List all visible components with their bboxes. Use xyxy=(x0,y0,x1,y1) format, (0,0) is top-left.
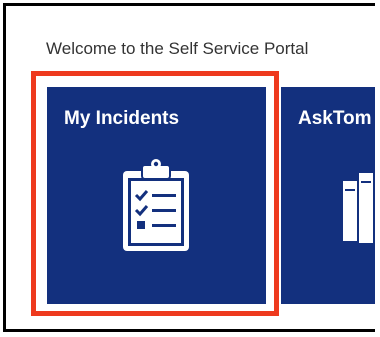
tile-my-incidents[interactable]: My Incidents xyxy=(47,87,266,304)
tile-asktom[interactable]: AskTom xyxy=(281,87,375,304)
tile-label: My Incidents xyxy=(64,108,180,129)
tile-label: AskTom xyxy=(298,108,372,129)
portal-frame: Welcome to the Self Service Portal My In… xyxy=(3,3,375,332)
books-icon xyxy=(343,173,373,243)
welcome-heading: Welcome to the Self Service Portal xyxy=(46,39,309,58)
clipboard-checklist-icon xyxy=(123,159,189,251)
